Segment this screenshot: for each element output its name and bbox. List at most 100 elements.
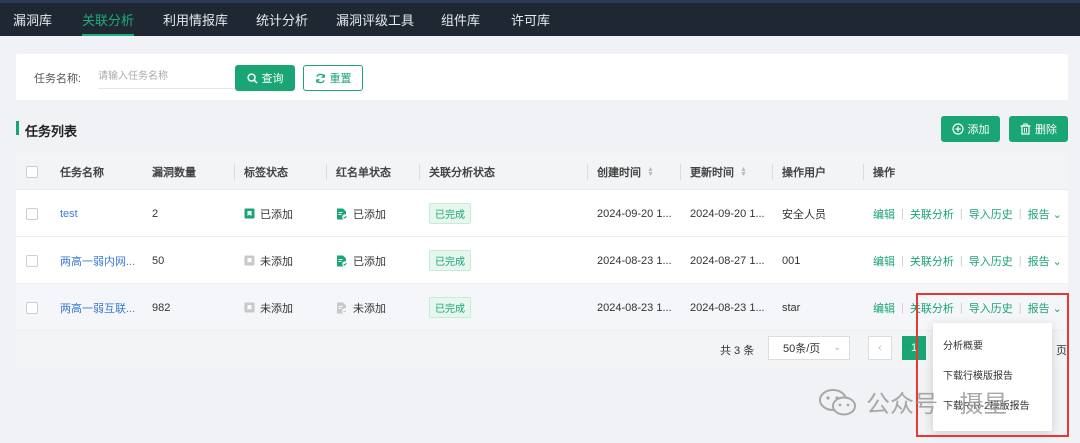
- tag-status: 已添加: [244, 190, 293, 237]
- delete-button[interactable]: 删除: [1009, 116, 1068, 142]
- col-updated-time[interactable]: 更新时间 ▲ ▼: [690, 154, 747, 190]
- row-actions: 编辑 | 关联分析 | 导入历史 | 报告 ⌄: [873, 253, 1062, 269]
- sort-icon[interactable]: ▲ ▼: [647, 166, 654, 178]
- trash-icon: [1020, 123, 1031, 135]
- select-all-checkbox[interactable]: [26, 166, 38, 178]
- page-size-select[interactable]: 50条/页 ⌄: [768, 336, 850, 360]
- task-name-input[interactable]: [98, 65, 240, 89]
- analysis-status-badge: 已完成: [429, 297, 471, 318]
- report-dropdown[interactable]: 报告 ⌄: [1028, 253, 1062, 269]
- table-row: 两高一弱内网... 50 未添加 已添加 已完成 2024-08-23 1...…: [16, 237, 1068, 284]
- prev-page-button[interactable]: ‹: [868, 336, 892, 360]
- reset-button[interactable]: 重置: [303, 65, 363, 91]
- col-analysis-status: 关联分析状态: [429, 167, 495, 179]
- created-time: 2024-08-23 1...: [597, 301, 672, 314]
- pagination: 共 3 条 50条/页 ⌄ ‹ 1 页: [16, 331, 1068, 367]
- bookmark-icon: [244, 255, 255, 266]
- edit-link[interactable]: 编辑: [873, 206, 895, 222]
- col-task-name: 任务名称: [60, 167, 104, 179]
- nav-item-vuln-rating-tool[interactable]: 漏洞评级工具: [336, 3, 414, 36]
- list-title: 任务列表: [25, 124, 78, 139]
- chevron-down-icon: ⌄: [1052, 302, 1062, 315]
- operator: star: [782, 301, 801, 314]
- import-history-link[interactable]: 导入历史: [969, 300, 1013, 316]
- col-updated-time-label: 更新时间: [690, 167, 734, 179]
- updated-time: 2024-08-27 1...: [690, 254, 765, 267]
- edit-link[interactable]: 编辑: [873, 253, 895, 269]
- col-created-time[interactable]: 创建时间 ▲ ▼: [597, 154, 654, 190]
- analysis-status-badge: 已完成: [429, 250, 471, 271]
- refresh-icon: [315, 73, 325, 83]
- page-button-current[interactable]: 1: [902, 336, 926, 360]
- analysis-link[interactable]: 关联分析: [910, 206, 954, 222]
- operator: 安全人员: [782, 208, 826, 221]
- query-button[interactable]: 查询: [235, 65, 295, 91]
- tag-status: 未添加: [244, 284, 293, 331]
- row-checkbox[interactable]: [26, 301, 38, 314]
- sort-icon[interactable]: ▲ ▼: [740, 166, 747, 178]
- redlist-status: 已添加: [336, 190, 386, 237]
- document-check-icon: [337, 255, 348, 267]
- search-icon: [246, 72, 258, 84]
- col-redlist-status: 红名单状态: [336, 167, 391, 179]
- task-name-link[interactable]: 两高一弱内网...: [60, 237, 135, 284]
- chevron-down-icon: ⌄: [1052, 208, 1062, 221]
- task-name-link[interactable]: 两高一弱互联...: [60, 284, 135, 331]
- col-vuln-count: 漏洞数量: [152, 167, 196, 179]
- total-count: 共 3 条: [720, 345, 755, 357]
- import-history-link[interactable]: 导入历史: [969, 206, 1013, 222]
- top-nav: 漏洞库 关联分析 利用情报库 统计分析 漏洞评级工具 组件库 许可库: [0, 0, 1080, 36]
- document-check-icon: [337, 302, 348, 314]
- document-check-icon: [337, 208, 348, 220]
- watermark: 公众号 · 摄星: [818, 384, 1007, 419]
- bookmark-icon: [244, 302, 255, 313]
- chevron-down-icon: ⌄: [833, 342, 841, 352]
- analysis-link[interactable]: 关联分析: [910, 253, 954, 269]
- redlist-status: 未添加: [336, 284, 386, 331]
- add-button[interactable]: 添加: [941, 116, 1000, 142]
- nav-item-statistics[interactable]: 统计分析: [256, 3, 308, 36]
- nav-item-component-library[interactable]: 组件库: [441, 3, 480, 36]
- operator: 001: [782, 254, 801, 267]
- chevron-left-icon: ‹: [878, 342, 882, 354]
- redlist-status-text: 已添加: [353, 208, 386, 221]
- menu-item-download-report-a[interactable]: 下载行模版报告: [943, 367, 1013, 382]
- analysis-link[interactable]: 关联分析: [910, 300, 954, 316]
- nav-item-license-library[interactable]: 许可库: [511, 3, 550, 36]
- col-actions: 操作: [873, 167, 895, 179]
- task-table: 任务名称 漏洞数量 标签状态 红名单状态 关联分析状态 创建时间 ▲ ▼ 更新时间…: [16, 154, 1068, 367]
- page-size-value: 50条/页: [783, 343, 821, 355]
- col-operator: 操作用户: [782, 167, 826, 179]
- nav-item-exploit-intel[interactable]: 利用情报库: [163, 3, 228, 36]
- tag-status-text: 未添加: [260, 255, 293, 268]
- nav-item-correlation-analysis[interactable]: 关联分析: [82, 3, 135, 36]
- nav-item-vuln-library[interactable]: 漏洞库: [13, 3, 52, 36]
- analysis-status-badge: 已完成: [429, 203, 471, 224]
- task-name-label: 任务名称:: [34, 73, 82, 85]
- wechat-icon: [819, 388, 856, 415]
- table-row: test 2 已添加 已添加 已完成 2024-09-20 1... 2024-…: [16, 190, 1068, 237]
- edit-link[interactable]: 编辑: [873, 300, 895, 316]
- plus-circle-icon: [951, 123, 964, 135]
- tag-status-text: 未添加: [260, 302, 293, 315]
- redlist-status: 已添加: [336, 237, 386, 284]
- row-checkbox[interactable]: [26, 207, 38, 220]
- menu-item-analysis-summary[interactable]: 分析概要: [943, 337, 983, 352]
- redlist-status-text: 已添加: [353, 255, 386, 268]
- report-dropdown[interactable]: 报告 ⌄: [1028, 206, 1062, 222]
- report-dropdown[interactable]: 报告 ⌄: [1028, 300, 1062, 316]
- page-suffix: 页: [1056, 345, 1067, 357]
- chevron-down-icon: ⌄: [1052, 255, 1062, 268]
- table-row: 两高一弱互联... 982 未添加 未添加 已完成 2024-08-23 1..…: [16, 284, 1068, 331]
- redlist-status-text: 未添加: [353, 302, 386, 315]
- watermark-text: 公众号 · 摄星: [866, 391, 1008, 418]
- report-label: 报告: [1027, 302, 1050, 315]
- created-time: 2024-09-20 1...: [597, 207, 672, 220]
- task-name-link[interactable]: test: [60, 190, 78, 237]
- tag-status: 未添加: [244, 237, 293, 284]
- updated-time: 2024-09-20 1...: [690, 207, 765, 220]
- add-button-label: 添加: [967, 124, 990, 136]
- bookmark-icon: [244, 208, 255, 219]
- import-history-link[interactable]: 导入历史: [969, 253, 1013, 269]
- row-checkbox[interactable]: [26, 254, 38, 267]
